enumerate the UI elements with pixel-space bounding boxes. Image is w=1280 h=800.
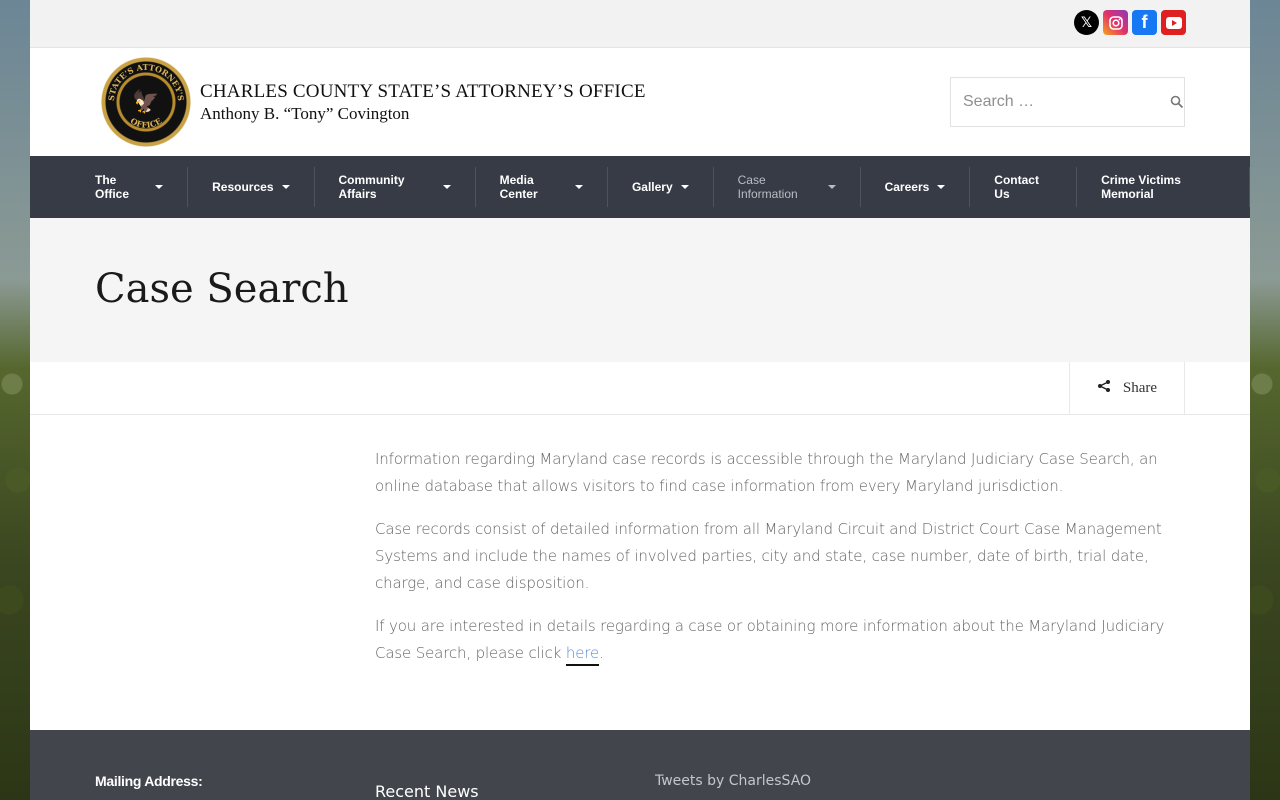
top-bar: 𝕏 f	[30, 0, 1250, 48]
here-link[interactable]: here	[565, 644, 599, 666]
nav-item-careers[interactable]: Careers	[861, 167, 971, 207]
paragraph-3-end: .	[599, 644, 604, 662]
paragraph-3: If you are interested in details regardi…	[375, 613, 1175, 667]
tweets-link[interactable]: Tweets by CharlesSAO	[655, 773, 811, 789]
caret-down-icon	[574, 185, 583, 189]
caret-down-icon	[442, 185, 451, 189]
background-left	[0, 0, 30, 800]
mailing-address-heading: Mailing Address:	[95, 773, 203, 789]
facebook-icon[interactable]: f	[1132, 10, 1157, 35]
main-content: Information regarding Maryland case reco…	[375, 446, 1175, 683]
youtube-icon[interactable]	[1161, 10, 1186, 35]
organization-name[interactable]: CHARLES COUNTY STATE’S ATTORNEY’S OFFICE	[200, 81, 646, 103]
caret-down-icon	[680, 185, 689, 189]
search-box	[950, 77, 1185, 127]
share-icon	[1097, 379, 1111, 398]
instagram-icon[interactable]	[1103, 10, 1128, 35]
search-icon[interactable]	[1170, 95, 1184, 109]
nav-item-label: Contact Us	[994, 173, 1039, 201]
nav-item-gallery[interactable]: Gallery	[608, 167, 714, 207]
paragraph-3-text: If you are interested in details regardi…	[375, 617, 1165, 662]
nav-item-label: Crime Victims Memorial	[1101, 173, 1181, 201]
recent-news-heading: Recent News	[375, 782, 479, 800]
svg-text:OFFICE: OFFICE	[129, 116, 164, 130]
nav-item-case-information[interactable]: Case Information	[714, 167, 861, 207]
nav-item-the-office[interactable]: The Office	[71, 167, 189, 207]
share-row: Share	[30, 362, 1250, 415]
nav-item-crime-victims-memorial[interactable]: Crime Victims Memorial	[1077, 167, 1250, 207]
page: 𝕏 f STATE'S ATTORNEY'S OFFICE 🦅 CHARLES …	[30, 0, 1250, 800]
nav-item-media-center[interactable]: Media Center	[476, 167, 608, 207]
nav-item-resources[interactable]: Resources	[188, 167, 315, 207]
nav-item-label: Careers	[884, 180, 930, 194]
caret-down-icon	[281, 185, 290, 189]
x-twitter-icon[interactable]: 𝕏	[1074, 10, 1099, 35]
search-input[interactable]	[951, 78, 1170, 126]
nav-item-label: Case Information	[737, 173, 798, 201]
nav-item-label: Media Center	[499, 173, 538, 201]
nav-item-label: Community Affairs	[338, 173, 405, 201]
social-links: 𝕏 f	[1074, 10, 1186, 35]
caret-down-icon	[937, 185, 946, 189]
nav-item-community-affairs[interactable]: Community Affairs	[315, 167, 476, 207]
site-footer: Mailing Address: Recent News Tweets by C…	[30, 730, 1250, 800]
main-navigation: The Office Resources Community Affairs Medi…	[30, 156, 1250, 218]
nav-item-label: The Office	[95, 173, 130, 201]
background-right	[1250, 0, 1280, 800]
nav-item-label: Resources	[212, 180, 274, 194]
caret-down-icon	[827, 185, 836, 189]
site-header: STATE'S ATTORNEY'S OFFICE 🦅 CHARLES COUN…	[30, 48, 1250, 156]
share-button[interactable]: Share	[1069, 362, 1185, 415]
paragraph-1: Information regarding Maryland case reco…	[375, 450, 1158, 495]
svg-text:STATE'S ATTORNEY'S: STATE'S ATTORNEY'S	[106, 62, 186, 102]
nav-item-contact-us[interactable]: Contact Us	[970, 167, 1078, 207]
page-title: Case Search	[95, 266, 349, 312]
paragraph-2: Case records consist of detailed informa…	[375, 520, 1162, 592]
caret-down-icon	[155, 185, 164, 189]
official-name: Anthony B. “Tony” Covington	[200, 104, 410, 123]
share-label: Share	[1122, 380, 1158, 396]
nav-item-label: Gallery	[631, 180, 673, 194]
title-band: Case Search	[30, 218, 1250, 362]
office-seal-logo[interactable]: STATE'S ATTORNEY'S OFFICE 🦅	[100, 56, 192, 148]
